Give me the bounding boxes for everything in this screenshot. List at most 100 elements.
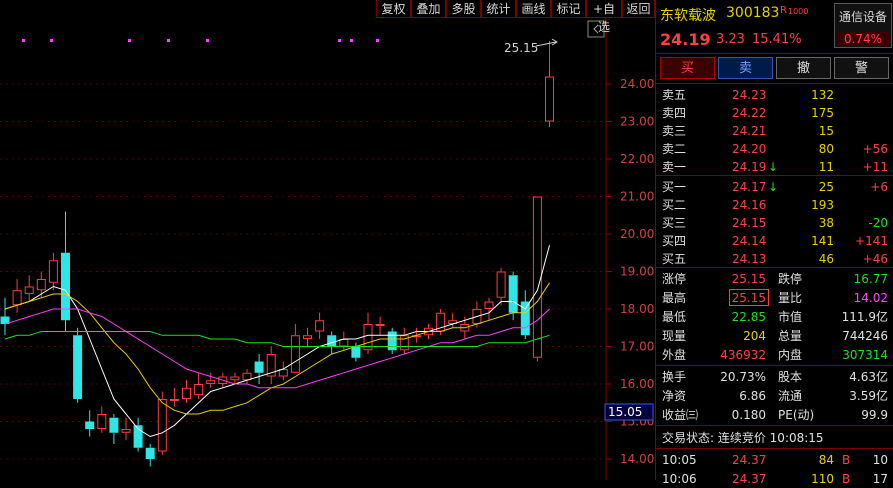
order-level-label: 卖三: [662, 124, 687, 138]
candle[interactable]: [12, 279, 22, 313]
candle[interactable]: [278, 361, 288, 381]
toolbar-restore-rights-button[interactable]: 复权: [376, 0, 411, 18]
candle[interactable]: [303, 327, 312, 347]
event-marker-dot: [50, 39, 53, 42]
candle[interactable]: [375, 316, 385, 336]
candle[interactable]: [133, 417, 143, 452]
candle[interactable]: [266, 346, 276, 385]
candle[interactable]: [484, 297, 494, 321]
order-price: 24.13: [732, 252, 767, 266]
stat-row[interactable]: 外盘 436932 内盘 307314: [656, 346, 893, 364]
stat-row[interactable]: 涨停 25.15 跌停 16.77: [656, 270, 893, 288]
sell-level-row[interactable]: 卖一 24.19 ↓ 11 +11: [656, 158, 893, 176]
toolbar-mark-button[interactable]: 标记: [551, 0, 586, 18]
stat-row[interactable]: 换手 20.73% 股本 4.63亿: [656, 368, 893, 386]
order-level-label: 买五: [662, 252, 687, 266]
candle[interactable]: [169, 387, 179, 407]
candle-body: [145, 447, 155, 459]
buy-button[interactable]: 买: [660, 57, 715, 79]
candle[interactable]: [339, 331, 349, 351]
stat-row[interactable]: 最高 25.15 量比 14.02: [656, 289, 893, 307]
candle[interactable]: [109, 414, 119, 444]
candle[interactable]: [520, 290, 530, 339]
stat-row[interactable]: 最低 22.85 市值 111.9亿: [656, 308, 893, 326]
stat-row[interactable]: 收益㈢ 0.180 PE(动) 99.9: [656, 406, 893, 424]
sell-level-row[interactable]: 卖三 24.21 15: [656, 122, 893, 140]
sell-level-row[interactable]: 卖五 24.23 132: [656, 86, 893, 104]
stat-label: 收益㈢: [662, 408, 699, 422]
candle[interactable]: [399, 327, 409, 354]
stat-label: 流通: [778, 389, 803, 403]
toolbar-draw-line-button[interactable]: 画线: [516, 0, 551, 18]
tick-price: 24.37: [732, 472, 767, 486]
alert-button[interactable]: 警: [834, 57, 889, 79]
buy-level-row[interactable]: 买一 24.17 ↓ 25 +6: [656, 178, 893, 196]
cancel-order-button[interactable]: 撤: [776, 57, 831, 79]
candle[interactable]: [73, 327, 83, 403]
order-price: 24.23: [732, 88, 767, 102]
order-volume: 38: [818, 216, 834, 230]
candle[interactable]: [85, 410, 95, 437]
candle-body: [545, 76, 554, 122]
tick-time: 10:05: [662, 453, 697, 467]
down-arrow-icon: ↓: [768, 160, 779, 174]
toolbar-back-button[interactable]: 返回: [622, 0, 655, 18]
candle[interactable]: [97, 406, 107, 433]
stat-row[interactable]: 现量 204 总量 744246: [656, 327, 893, 345]
moving-average-lines: [4, 245, 550, 438]
order-level-label: 卖四: [662, 106, 687, 120]
stat-row[interactable]: 净资 6.86 流通 3.59亿: [656, 387, 893, 405]
stat-label: 市值: [778, 310, 803, 324]
candle[interactable]: [121, 417, 131, 441]
toolbar-statistics-button[interactable]: 统计: [481, 0, 516, 18]
sell-button[interactable]: 卖: [718, 57, 773, 79]
tick-volume: 110: [811, 472, 834, 486]
candle[interactable]: [194, 372, 204, 399]
stat-label: 跌停: [778, 272, 803, 286]
buy-level-row[interactable]: 买四 24.14 141 +141: [656, 232, 893, 250]
stat-label: 内盘: [778, 348, 803, 362]
buy-level-row[interactable]: 买二 24.16 193: [656, 196, 893, 214]
order-price: 24.15: [732, 216, 767, 230]
candle-body: [48, 260, 58, 283]
candle[interactable]: [290, 324, 300, 373]
candle[interactable]: [48, 252, 58, 291]
stat-value: 111.9亿: [841, 310, 888, 324]
toolbar-overlay-button[interactable]: 叠加: [411, 0, 446, 18]
stock-badge-sub: 1000: [788, 7, 809, 16]
candle[interactable]: [387, 327, 397, 354]
candle[interactable]: [315, 312, 325, 339]
sector-box[interactable]: 通信设备 0.74%: [834, 3, 892, 48]
candle-body: [194, 384, 204, 396]
price-axis-label: 24.00: [620, 77, 654, 91]
tick-row[interactable]: 10:06 24.37 110 B 17: [656, 470, 893, 488]
sell-level-row[interactable]: 卖二 24.20 80 +56: [656, 140, 893, 158]
candle[interactable]: [545, 40, 554, 128]
candle[interactable]: [448, 312, 458, 328]
candle[interactable]: [230, 372, 240, 384]
stock-header: 东软载波 300183 R 1000 通信设备 0.74%: [656, 0, 893, 48]
tick-row[interactable]: 10:05 24.37 84 B 10: [656, 451, 893, 469]
sell-level-row[interactable]: 卖四 24.22 175: [656, 104, 893, 122]
candle[interactable]: [61, 211, 70, 332]
candle[interactable]: [182, 380, 191, 403]
candle-body: [121, 429, 131, 433]
stat-value: 14.02: [853, 291, 888, 305]
candle[interactable]: [363, 312, 373, 354]
quote-panel: 东软载波 300183 R 1000 通信设备 0.74% 24.19 3.23…: [655, 0, 893, 486]
toolbar-multi-stock-button[interactable]: 多股: [446, 0, 481, 18]
candlestick-chart[interactable]: 24.00 23.00 22.00 21.00 20.00 19.00 18.00 17.00…: [0, 0, 655, 480]
stat-label: 外盘: [662, 348, 687, 362]
candle[interactable]: [242, 369, 252, 384]
candle[interactable]: [206, 372, 216, 388]
candle-body: [387, 331, 397, 351]
candle[interactable]: [145, 444, 155, 467]
candle[interactable]: [254, 354, 264, 384]
candle[interactable]: [24, 275, 34, 302]
candle[interactable]: [496, 267, 506, 306]
candle[interactable]: [157, 391, 167, 456]
buy-level-row[interactable]: 买五 24.13 46 +46: [656, 250, 893, 268]
toolbar-add-watchlist-button[interactable]: +自选: [586, 0, 622, 34]
candle[interactable]: [0, 297, 10, 336]
buy-level-row[interactable]: 买三 24.15 38 -20: [656, 214, 893, 232]
